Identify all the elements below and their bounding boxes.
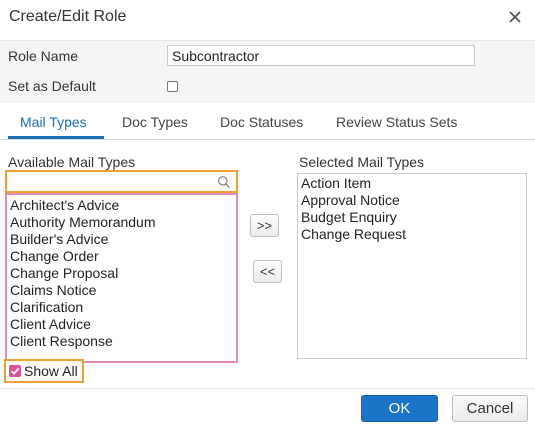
available-mail-types-list[interactable]: Architect's Advice Authority Memorandum …: [5, 193, 238, 363]
available-search-box: [5, 170, 238, 193]
available-list-item[interactable]: Authority Memorandum: [7, 214, 236, 231]
dialog-titlebar: Create/Edit Role: [0, 0, 535, 34]
tab-bar: Mail Types Doc Types Doc Statuses Review…: [0, 104, 535, 140]
available-mail-types-label: Available Mail Types: [8, 154, 136, 170]
checkmark-icon: [10, 367, 20, 375]
available-list-item[interactable]: Claims Notice: [7, 282, 236, 299]
cancel-button[interactable]: Cancel: [452, 395, 528, 422]
tab-review-status-sets[interactable]: Review Status Sets: [336, 114, 457, 130]
available-search-input[interactable]: [9, 173, 214, 190]
role-name-label: Role Name: [8, 48, 79, 64]
tab-mail-types[interactable]: Mail Types: [20, 114, 87, 130]
selected-list-item[interactable]: Approval Notice: [298, 192, 526, 209]
add-selected-button[interactable]: >>: [250, 214, 279, 237]
tab-doc-statuses[interactable]: Doc Statuses: [220, 114, 303, 130]
close-button[interactable]: [505, 7, 525, 27]
role-name-input[interactable]: [167, 45, 475, 66]
selected-mail-types-label: Selected Mail Types: [299, 154, 425, 170]
search-icon[interactable]: [217, 175, 231, 189]
available-list-item[interactable]: Clarification: [7, 299, 236, 316]
selected-list-item[interactable]: Change Request: [298, 226, 526, 243]
active-tab-indicator: [8, 136, 104, 139]
selected-mail-types-list[interactable]: Action Item Approval Notice Budget Enqui…: [297, 173, 527, 359]
available-list-item[interactable]: Client Response: [7, 333, 236, 350]
available-list-item[interactable]: Architect's Advice: [7, 197, 236, 214]
available-list-item[interactable]: Builder's Advice: [7, 231, 236, 248]
selected-list-item[interactable]: Budget Enquiry: [298, 209, 526, 226]
set-default-checkbox[interactable]: [167, 81, 178, 92]
show-all-toggle[interactable]: Show All: [4, 359, 84, 383]
show-all-checkbox[interactable]: [9, 365, 21, 377]
tab-doc-types[interactable]: Doc Types: [122, 114, 188, 130]
close-icon: [509, 11, 521, 23]
dialog-title: Create/Edit Role: [9, 8, 127, 25]
available-list-item[interactable]: Client Advice: [7, 316, 236, 333]
show-all-label: Show All: [24, 363, 78, 379]
set-default-label: Set as Default: [8, 78, 96, 94]
selected-list-item[interactable]: Action Item: [298, 175, 526, 192]
ok-button[interactable]: OK: [361, 395, 438, 422]
available-list-item[interactable]: Change Order: [7, 248, 236, 265]
available-list-item[interactable]: Change Proposal: [7, 265, 236, 282]
remove-selected-button[interactable]: <<: [253, 260, 282, 283]
